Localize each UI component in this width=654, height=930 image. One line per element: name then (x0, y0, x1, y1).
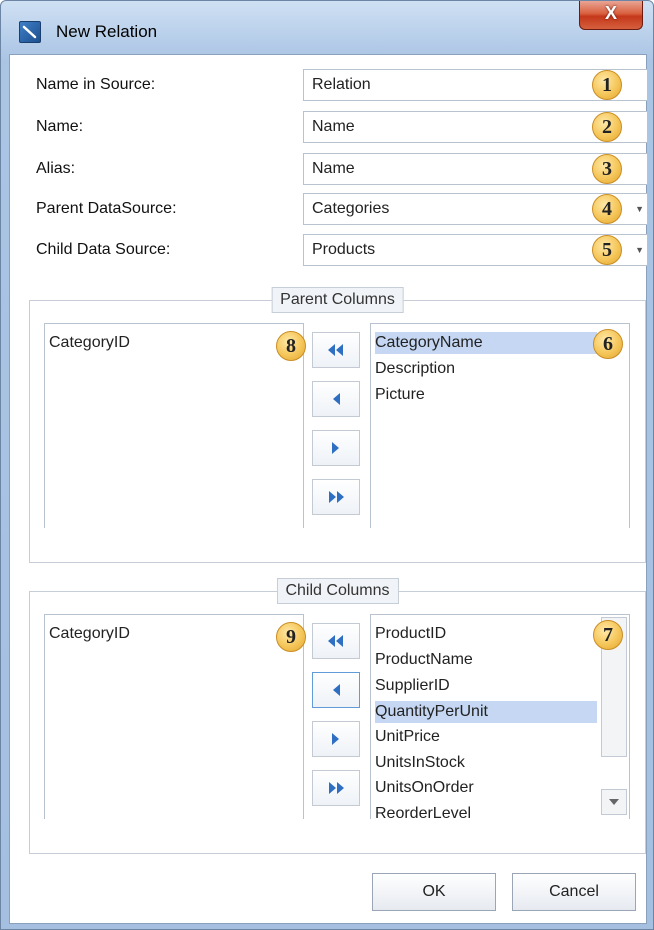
list-item[interactable]: UnitsOnOrder (375, 779, 474, 797)
parent-datasource-value: Categories (312, 200, 390, 217)
dialog-body: Name in Source: Relation 1 Name: Name 2 … (9, 54, 648, 924)
child-datasource-label: Child Data Source: (36, 241, 171, 258)
list-item[interactable]: SupplierID (375, 677, 450, 695)
child-datasource-value: Products (312, 241, 376, 258)
double-left-arrow-icon (328, 344, 343, 356)
callout-badge-2: 2 (592, 112, 622, 142)
move-left-button[interactable] (312, 672, 360, 708)
list-item[interactable]: ProductName (375, 651, 473, 669)
right-arrow-icon (332, 733, 339, 745)
callout-badge-8: 8 (276, 331, 306, 361)
list-item[interactable]: CategoryID (49, 334, 130, 352)
close-icon: X (604, 3, 617, 23)
child-columns-group: Child Columns CategoryID 9 ProductID Pro… (29, 578, 646, 854)
callout-badge-6: 6 (593, 329, 623, 359)
list-item[interactable]: CategoryName (375, 332, 597, 354)
parent-selected-list[interactable]: CategoryName Description Picture 6 (370, 323, 630, 528)
alias-value: Name (312, 160, 355, 177)
list-item[interactable]: ReorderLevel (375, 805, 471, 819)
list-item[interactable]: Description (375, 360, 455, 378)
child-available-list[interactable]: CategoryID 9 (44, 614, 306, 819)
chevron-down-icon: ▼ (635, 204, 644, 214)
right-arrow-icon (332, 442, 339, 454)
list-item[interactable]: ProductID (375, 625, 446, 643)
chevron-down-icon (609, 799, 619, 805)
name-in-source-value: Relation (312, 76, 371, 93)
callout-badge-7: 7 (593, 620, 623, 650)
dialog-window: New Relation X Name in Source: Relation … (0, 0, 654, 930)
scroll-down-button[interactable] (601, 789, 627, 815)
ok-button[interactable]: OK (372, 873, 496, 911)
move-right-button[interactable] (312, 721, 360, 757)
chevron-down-icon: ▼ (635, 245, 644, 255)
list-item[interactable]: QuantityPerUnit (375, 701, 597, 723)
callout-badge-4: 4 (592, 194, 622, 224)
left-arrow-icon (333, 684, 340, 696)
list-item[interactable]: CategoryID (49, 625, 130, 643)
move-all-left-button[interactable] (312, 623, 360, 659)
name-in-source-label: Name in Source: (36, 76, 156, 93)
callout-badge-5: 5 (592, 235, 622, 265)
double-right-arrow-icon (329, 782, 344, 794)
name-label: Name: (36, 118, 84, 135)
title-bar: New Relation X (1, 1, 653, 61)
double-right-arrow-icon (329, 491, 344, 503)
parent-columns-group: Parent Columns CategoryID 8 CategoryName… (29, 287, 646, 563)
callout-badge-9: 9 (276, 622, 306, 652)
move-all-right-button[interactable] (312, 770, 360, 806)
child-selected-list[interactable]: ProductID ProductName SupplierID Quantit… (370, 614, 630, 819)
move-left-button[interactable] (312, 381, 360, 417)
move-all-right-button[interactable] (312, 479, 360, 515)
child-columns-title: Child Columns (276, 578, 399, 604)
callout-badge-1: 1 (592, 70, 622, 100)
callout-badge-3: 3 (592, 154, 622, 184)
alias-label: Alias: (36, 160, 76, 177)
move-right-button[interactable] (312, 430, 360, 466)
list-item[interactable]: UnitPrice (375, 728, 440, 746)
move-all-left-button[interactable] (312, 332, 360, 368)
cancel-button[interactable]: Cancel (512, 873, 636, 911)
list-item[interactable]: UnitsInStock (375, 754, 465, 772)
left-arrow-icon (333, 393, 340, 405)
close-button[interactable]: X (579, 1, 643, 30)
name-value: Name (312, 118, 355, 135)
window-title: New Relation (56, 22, 158, 41)
double-left-arrow-icon (328, 635, 343, 647)
parent-columns-title: Parent Columns (271, 287, 404, 313)
app-icon (19, 21, 41, 43)
parent-available-list[interactable]: CategoryID 8 (44, 323, 306, 528)
parent-datasource-label: Parent DataSource: (36, 200, 177, 217)
list-item[interactable]: Picture (375, 386, 425, 404)
